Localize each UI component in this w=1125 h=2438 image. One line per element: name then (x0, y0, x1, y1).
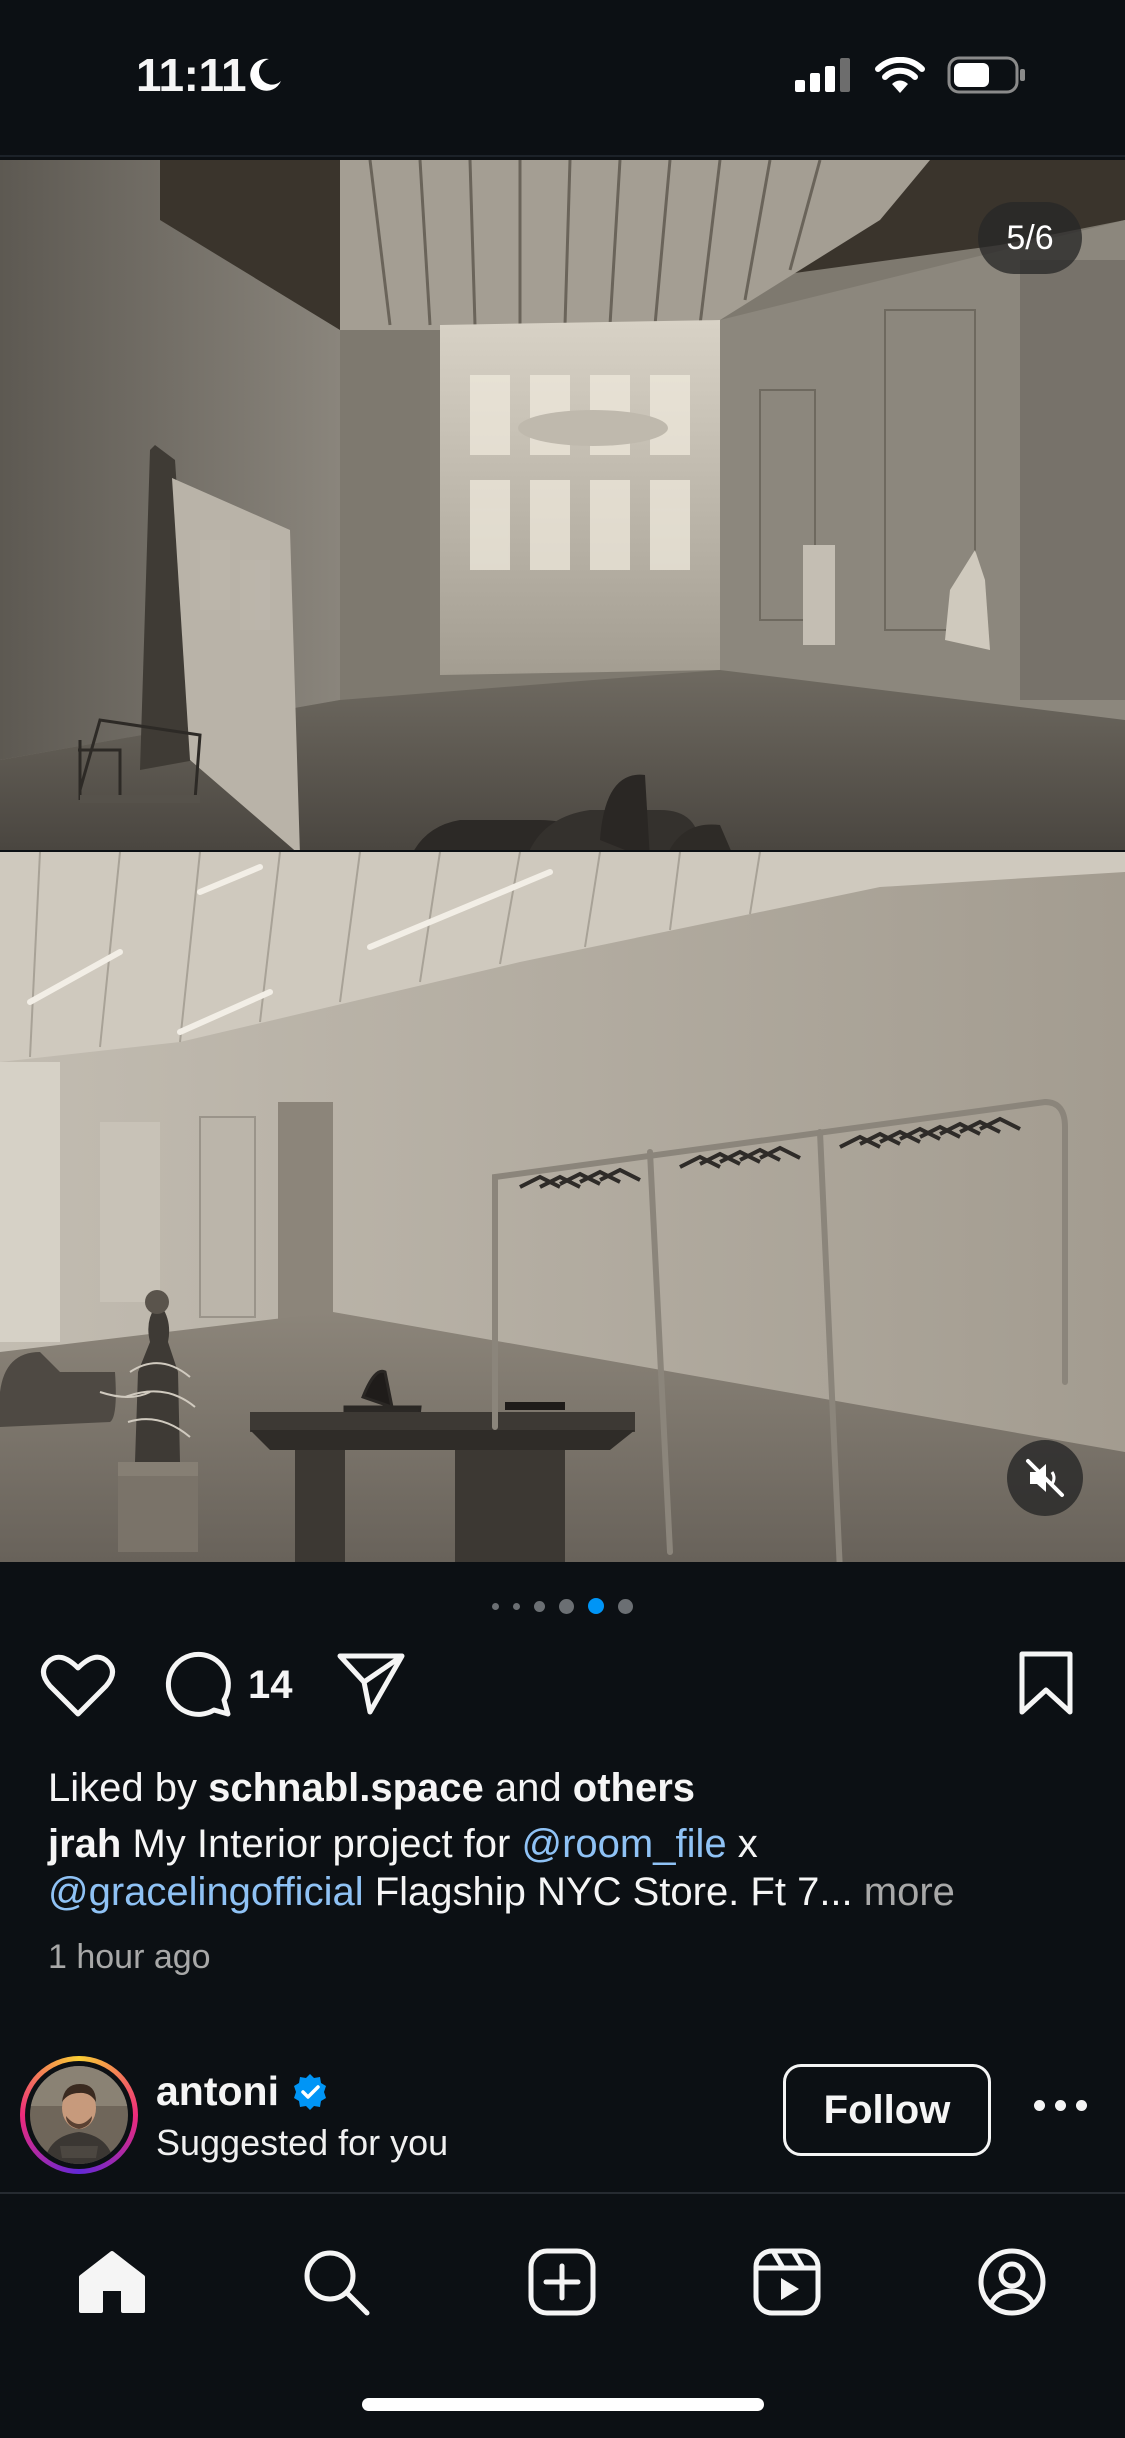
status-indicators (795, 56, 1027, 94)
caption-author[interactable]: jrah (48, 1822, 121, 1866)
liked-by-text: Liked by schnabl.space and others (48, 1766, 695, 1811)
moon-icon (250, 58, 281, 91)
status-time: 11:11 (136, 49, 247, 101)
profile-icon (978, 2248, 1046, 2316)
tab-reels[interactable] (747, 2242, 827, 2322)
post-timestamp: 1 hour ago (48, 1938, 211, 1976)
post-photo-bottom[interactable] (0, 852, 1125, 1562)
follow-button[interactable]: Follow (783, 2064, 991, 2156)
reels-icon (753, 2248, 821, 2316)
carousel-dot (618, 1598, 633, 1614)
mute-button[interactable] (1007, 1440, 1083, 1516)
save-button[interactable] (1016, 1650, 1076, 1716)
carousel-indicator (0, 1598, 1125, 1614)
home-indicator[interactable] (362, 2398, 764, 2411)
tab-create[interactable] (522, 2242, 602, 2322)
heart-icon (41, 1654, 115, 1717)
suggested-subtitle: Suggested for you (156, 2122, 449, 2163)
battery-icon (947, 56, 1025, 94)
wifi-icon (875, 57, 925, 93)
signal-icon (795, 58, 850, 92)
caption-mention-gracelingofficial[interactable]: @gracelingofficial (48, 1870, 364, 1914)
post-media-carousel[interactable]: 5/6 (0, 160, 1125, 1562)
carousel-dot (513, 1602, 520, 1610)
tab-search[interactable] (296, 2242, 376, 2322)
suggested-username-text: antoni (156, 2068, 279, 2114)
avatar-image (30, 2066, 128, 2164)
liked-by-and: and (483, 1766, 573, 1810)
suggested-account-row: antoni Suggested for you Follow (0, 2050, 1125, 2174)
avatar-border (25, 2061, 133, 2169)
slide-counter: 5/6 (978, 202, 1082, 274)
share-icon (337, 1653, 405, 1715)
carousel-dot (559, 1598, 574, 1614)
avatar[interactable] (20, 2056, 138, 2174)
liked-by-others[interactable]: others (573, 1766, 695, 1810)
caption-more-link[interactable]: more (853, 1870, 955, 1914)
carousel-dot (534, 1600, 545, 1612)
header-divider (0, 155, 1125, 157)
verified-icon (293, 2073, 326, 2110)
comment-icon (165, 1651, 231, 1717)
carousel-dot (492, 1602, 499, 1610)
home-icon (79, 2251, 145, 2313)
like-button[interactable] (40, 1650, 116, 1720)
post-caption: jrah My Interior project for @room_file … (48, 1820, 1088, 1916)
status-bar: 11:11 (0, 0, 1125, 155)
more-icon[interactable] (1034, 2100, 1087, 2111)
post-actions: 14 (0, 1650, 1125, 1730)
liked-by-prefix: Liked by (48, 1766, 209, 1810)
caption-text-1: My Interior project for (121, 1822, 522, 1866)
share-button[interactable] (336, 1650, 406, 1716)
liked-by-user[interactable]: schnabl.space (208, 1766, 484, 1810)
comment-button[interactable]: 14 (164, 1650, 293, 1720)
bookmark-icon (1019, 1651, 1073, 1715)
tab-home[interactable] (72, 2242, 152, 2322)
comment-count: 14 (248, 1662, 293, 1707)
tab-profile[interactable] (972, 2242, 1052, 2322)
suggested-username[interactable]: antoni (156, 2068, 329, 2115)
caption-text-2: x (726, 1822, 758, 1866)
caption-text-3: Flagship NYC Store. Ft 7... (363, 1870, 853, 1914)
post-photo-top[interactable]: 5/6 (0, 160, 1125, 850)
caption-mention-room-file[interactable]: @room_file (521, 1822, 726, 1866)
search-icon (304, 2250, 370, 2316)
carousel-dot (588, 1598, 604, 1614)
mute-icon (1026, 1459, 1064, 1497)
create-icon (528, 2248, 596, 2316)
